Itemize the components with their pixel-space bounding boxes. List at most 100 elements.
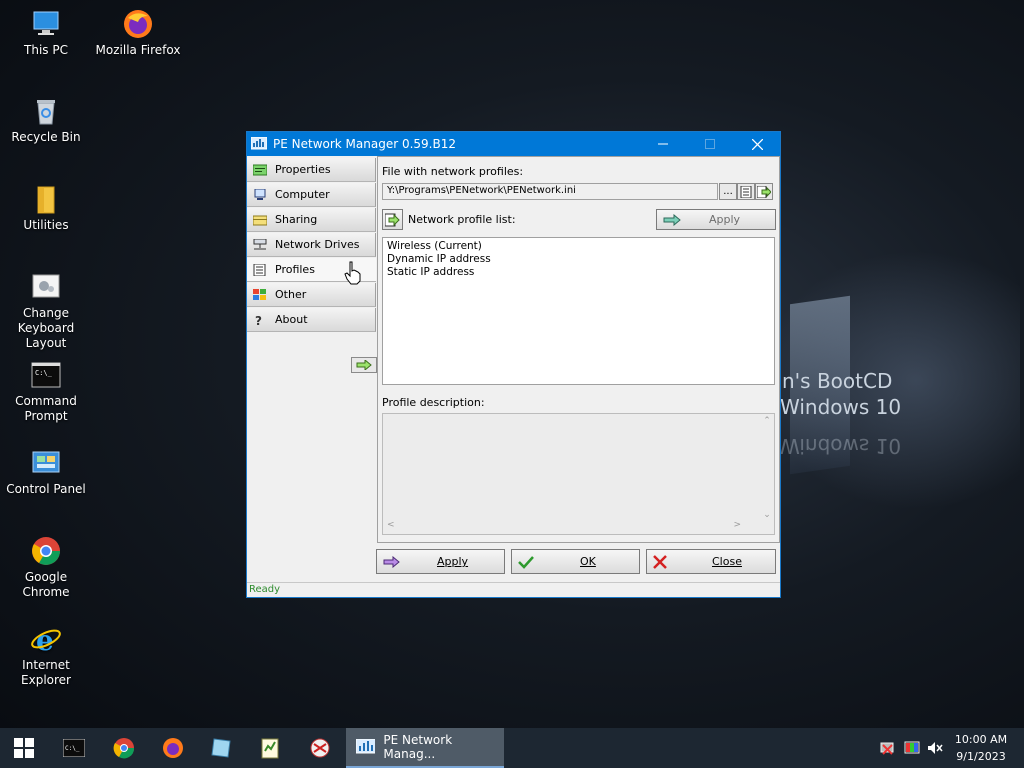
arrow-right-icon <box>383 555 400 568</box>
svg-text:C:\_: C:\_ <box>35 369 53 377</box>
this-pc-icon <box>30 8 62 40</box>
desktop-icon-label: Control Panel <box>6 482 86 496</box>
desktop-icon-label: Internet Explorer <box>21 658 71 687</box>
desktop-icon-label: Change Keyboard Layout <box>17 306 75 350</box>
desktop-icon-change-keyboard-layout[interactable]: Change Keyboard Layout <box>0 271 92 351</box>
sidebar-collapse-button[interactable] <box>351 357 377 373</box>
sidebar-item-label: Sharing <box>275 213 318 226</box>
sidebar: Properties Computer Sharing Network Driv… <box>247 156 377 586</box>
horizontal-scrollbar[interactable]: < > <box>383 520 761 534</box>
desktop-icon-command-prompt[interactable]: C:\_ Command Prompt <box>0 359 92 424</box>
wallpaper-text-2: Windows 10 <box>780 395 902 419</box>
network-manager-icon <box>356 739 376 754</box>
sidebar-item-network-drives[interactable]: Network Drives <box>247 233 376 257</box>
svg-text:C:\_: C:\_ <box>65 745 80 752</box>
properties-icon <box>253 164 267 175</box>
tray-display-icon[interactable] <box>904 740 920 759</box>
taskbar-chrome[interactable] <box>102 732 146 764</box>
sidebar-item-label: Computer <box>275 188 330 201</box>
vertical-scrollbar[interactable]: ⌃ ⌄ <box>760 414 774 520</box>
load-file-button[interactable] <box>755 183 773 200</box>
close-icon <box>751 138 763 150</box>
tray-volume-icon[interactable] <box>927 740 943 759</box>
window-title: PE Network Manager 0.59.B12 <box>273 137 456 151</box>
recycle-bin-icon <box>30 95 62 127</box>
list-apply-button[interactable]: Apply <box>656 209 776 230</box>
desktop-icon-utilities[interactable]: Utilities <box>0 183 92 233</box>
scroll-left-icon: < <box>387 520 395 530</box>
network-drive-icon <box>253 238 267 249</box>
scissors-icon <box>310 738 330 758</box>
arrow-right-icon <box>356 360 372 370</box>
taskbar-explorer[interactable] <box>199 732 243 764</box>
close-window-button[interactable] <box>734 132 780 156</box>
profile-list-item[interactable]: Static IP address <box>387 266 770 279</box>
profile-list-item[interactable]: Wireless (Current) <box>387 240 770 253</box>
apply-label: Apply <box>437 555 469 568</box>
folder-icon <box>30 183 62 215</box>
wallpaper-text-1: n's BootCD <box>782 369 893 393</box>
sidebar-item-computer[interactable]: Computer <box>247 183 376 207</box>
tray-network-icon[interactable] <box>880 740 896 759</box>
refresh-profiles-button[interactable] <box>382 209 403 230</box>
status-bar: Ready <box>247 582 780 597</box>
volume-muted-icon <box>928 742 943 754</box>
sidebar-item-label: Other <box>275 288 307 301</box>
taskbar-task-label: PE Network Manag... <box>383 733 453 761</box>
profile-description-label: Profile description: <box>382 396 485 409</box>
close-x-icon <box>653 554 667 569</box>
explorer-icon <box>211 738 231 758</box>
taskbar-notepad[interactable] <box>248 732 292 764</box>
close-button[interactable]: Close <box>646 549 776 574</box>
taskbar-command-prompt[interactable]: C:\_ <box>52 732 96 764</box>
network-manager-icon <box>251 137 267 150</box>
checkmark-icon <box>518 555 534 569</box>
load-arrow-icon <box>385 213 400 226</box>
network-disconnected-icon <box>880 742 894 755</box>
windows-logo-icon <box>14 738 34 758</box>
sidebar-item-label: Network Drives <box>275 238 360 251</box>
desktop-icon-internet-explorer[interactable]: e Internet Explorer <box>0 623 92 688</box>
sidebar-item-other[interactable]: Other <box>247 283 376 307</box>
desktop-icon-recycle-bin[interactable]: Recycle Bin <box>0 95 92 145</box>
start-button[interactable] <box>2 732 46 764</box>
desktop-icon-this-pc[interactable]: This PC <box>0 8 92 58</box>
window-titlebar[interactable]: PE Network Manager 0.59.B12 <box>247 132 780 156</box>
taskbar-pe-network-manager[interactable]: PE Network Manag... <box>346 728 504 768</box>
edit-file-button[interactable] <box>737 183 755 200</box>
scroll-down-icon: ⌄ <box>763 510 771 520</box>
sidebar-item-about[interactable]: ? About <box>247 308 376 332</box>
profile-description-box[interactable]: ⌃ ⌄ < > <box>382 413 775 535</box>
taskbar-snipping-tool[interactable] <box>298 732 342 764</box>
sharing-folder-icon <box>253 215 267 225</box>
scroll-up-icon: ⌃ <box>763 416 771 426</box>
taskbar-firefox[interactable] <box>151 732 195 764</box>
color-display-icon <box>904 741 920 754</box>
profiles-list-icon <box>253 263 266 276</box>
firefox-icon <box>163 738 183 758</box>
profile-list-item[interactable]: Dynamic IP address <box>387 253 770 266</box>
ok-button[interactable]: OK <box>511 549 640 574</box>
desktop-icon-firefox[interactable]: Mozilla Firefox <box>92 8 184 58</box>
control-panel-icon <box>30 447 62 479</box>
profile-list-label: Network profile list: <box>408 213 516 226</box>
profiles-file-path[interactable]: Y:\Programs\PENetwork\PENetwork.ini <box>382 183 718 200</box>
sidebar-item-sharing[interactable]: Sharing <box>247 208 376 232</box>
svg-text:?: ? <box>255 314 262 326</box>
profiles-panel: File with network profiles: Y:\Programs\… <box>377 156 780 543</box>
profile-listbox[interactable]: Wireless (Current) Dynamic IP address St… <box>382 237 775 385</box>
desktop-icon-google-chrome[interactable]: Google Chrome <box>0 535 92 600</box>
taskbar-clock[interactable]: 10:00 AM 9/1/2023 <box>946 731 1016 765</box>
svg-text:e: e <box>36 624 54 655</box>
sidebar-item-properties[interactable]: Properties <box>247 158 376 182</box>
minimize-button[interactable] <box>640 132 686 156</box>
desktop-icon-label: Command Prompt <box>15 394 77 423</box>
apply-button[interactable]: Apply <box>376 549 505 574</box>
maximize-button[interactable] <box>687 132 733 156</box>
other-grid-icon <box>253 288 266 300</box>
sidebar-item-label: About <box>275 313 308 326</box>
desktop-icon-control-panel[interactable]: Control Panel <box>0 447 92 497</box>
chrome-icon <box>30 535 62 567</box>
browse-button[interactable]: ... <box>719 183 737 200</box>
arrow-right-icon <box>663 213 681 226</box>
